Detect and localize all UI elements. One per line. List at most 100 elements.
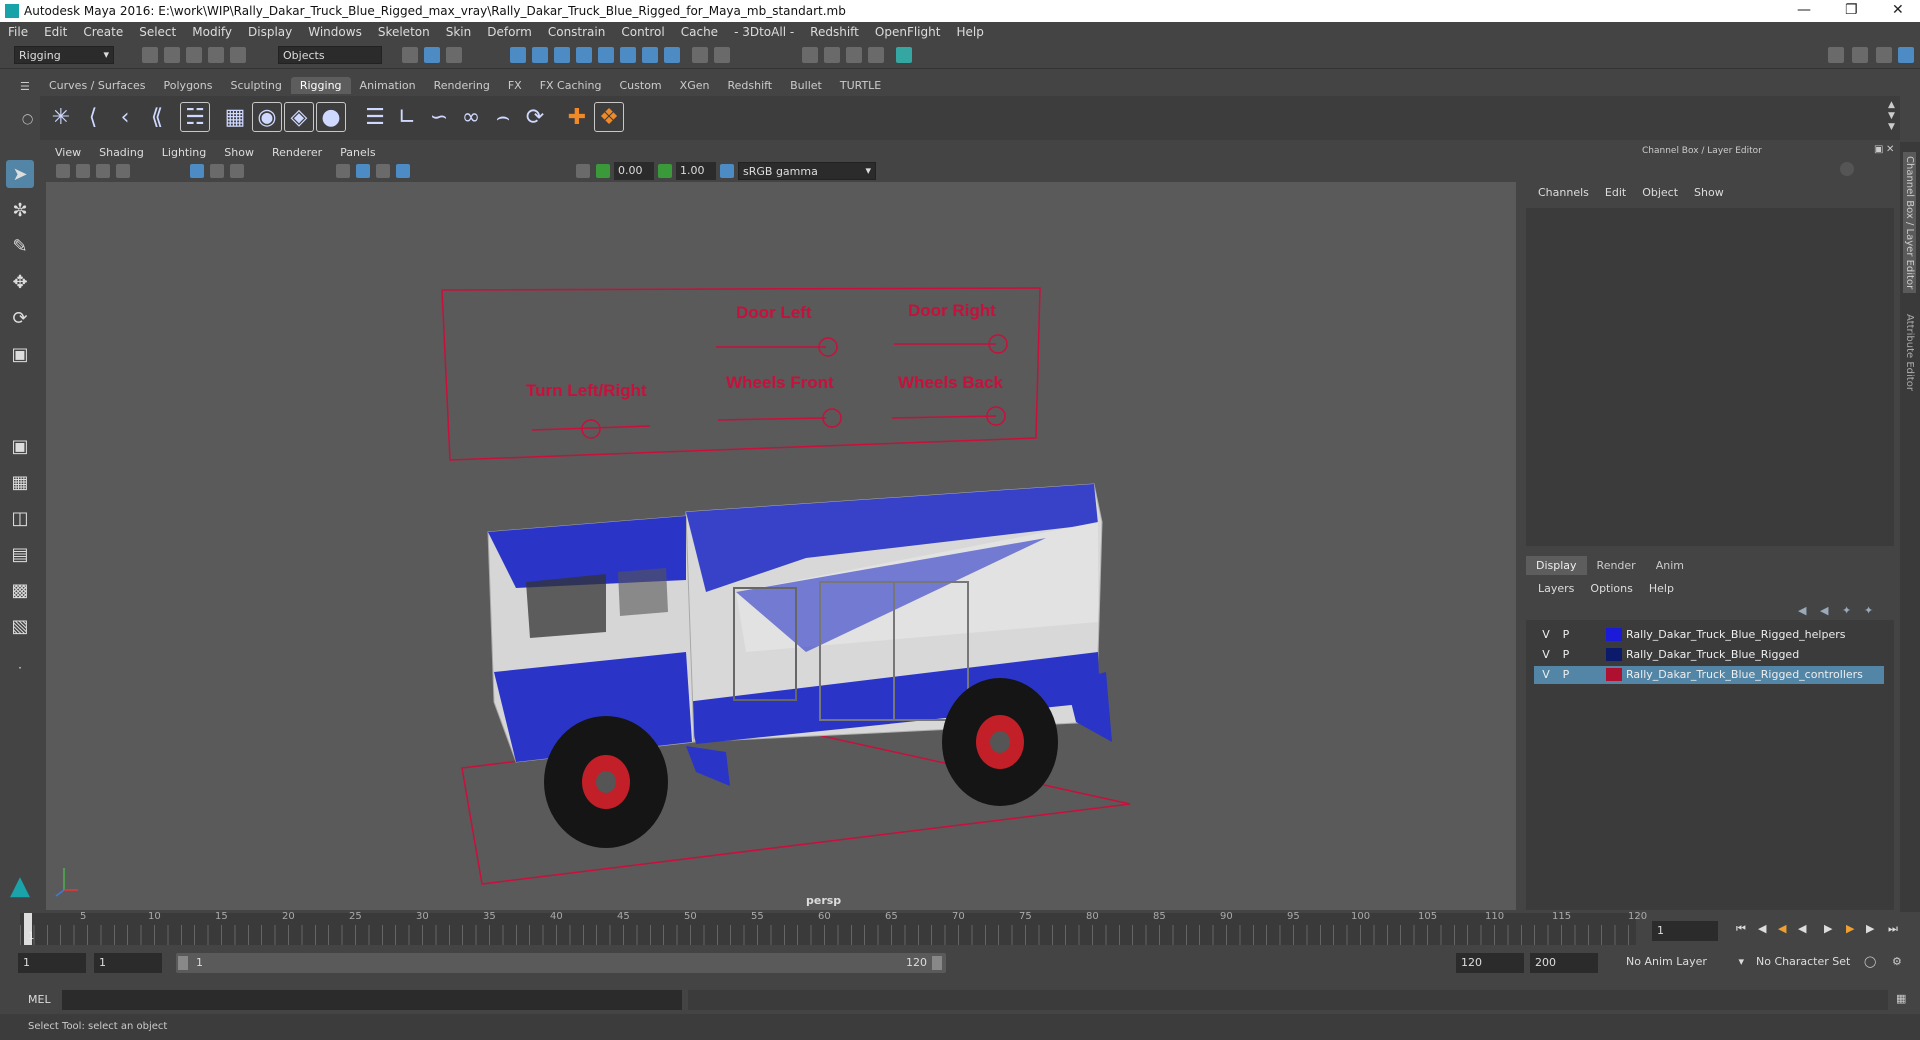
shelf-tab-xgen[interactable]: XGen (671, 77, 719, 94)
wireframe-icon[interactable] (336, 164, 350, 178)
bookmark-icon[interactable] (96, 164, 110, 178)
snap-view-plane-icon[interactable] (576, 47, 592, 63)
maximize-icon[interactable]: ❐ (1845, 2, 1858, 18)
make-live-icon[interactable] (642, 47, 658, 63)
side-tab-attribute-editor[interactable]: Attribute Editor (1903, 310, 1916, 395)
select-by-hierarchy-icon[interactable] (402, 47, 418, 63)
mel-input[interactable] (62, 990, 682, 1010)
shelf-tab-fx[interactable]: FX (499, 77, 531, 94)
redo-icon[interactable] (230, 47, 246, 63)
range-slider[interactable]: 1 120 (176, 953, 946, 973)
menu-modify[interactable]: Modify (184, 22, 240, 39)
playback-end-field[interactable]: 120 (1456, 953, 1524, 973)
layer-tab-anim[interactable]: Anim (1646, 556, 1694, 575)
layer-menu-layers[interactable]: Layers (1530, 582, 1582, 595)
snap-point-icon[interactable] (554, 47, 570, 63)
panel-menu-show[interactable]: Show (215, 144, 263, 161)
menu-redshift[interactable]: Redshift (802, 22, 867, 39)
mirror-joint-icon[interactable]: ‹ (110, 102, 140, 132)
toggle-layout-icon[interactable] (1852, 47, 1868, 63)
graph-layout-icon[interactable]: ▩ (6, 576, 34, 604)
step-back-key-icon[interactable]: ◀ (1758, 922, 1766, 935)
save-scene-icon[interactable] (186, 47, 202, 63)
lasso-tool-icon[interactable]: ✼ (6, 196, 34, 224)
snap-surface-icon[interactable] (620, 47, 636, 63)
shelf-tab-bullet[interactable]: Bullet (781, 77, 831, 94)
menu-skin[interactable]: Skin (438, 22, 480, 39)
mel-label[interactable]: MEL (28, 993, 51, 1006)
move-layer-up-icon[interactable]: ◀ (1798, 604, 1806, 617)
camera-attributes-icon[interactable] (76, 164, 90, 178)
color-space-dropdown[interactable]: sRGB gamma ▾ (738, 162, 876, 180)
layer-visibility-toggle[interactable]: V (1538, 668, 1554, 681)
shelf-tab-rendering[interactable]: Rendering (425, 77, 499, 94)
move-layer-down-icon[interactable]: ◀ (1820, 604, 1828, 617)
layer-playback-toggle[interactable]: P (1558, 648, 1574, 661)
exposure-field[interactable]: 0.00 (614, 162, 654, 180)
range-slider-end-handle[interactable] (932, 956, 942, 970)
shelf-tab-sculpting[interactable]: Sculpting (221, 77, 290, 94)
four-pane-layout-icon[interactable]: ▦ (6, 468, 34, 496)
panel-menu-panels[interactable]: Panels (331, 144, 384, 161)
step-forward-key-icon[interactable]: ▶ (1866, 922, 1874, 935)
bind-skin-icon[interactable]: ◉ (252, 102, 282, 132)
resolution-gate-icon[interactable] (230, 164, 244, 178)
layer-menu-help[interactable]: Help (1641, 582, 1682, 595)
snap-live-icon[interactable] (598, 47, 614, 63)
move-tool-icon[interactable]: ✥ (6, 268, 34, 296)
close-icon[interactable]: ✕ (1892, 2, 1904, 18)
menu-control[interactable]: Control (613, 22, 672, 39)
layer-visibility-toggle[interactable]: V (1538, 648, 1554, 661)
point-constraint-icon[interactable]: ✚ (562, 102, 592, 132)
outliner-layout-icon[interactable]: ▤ (6, 540, 34, 568)
open-scene-icon[interactable] (164, 47, 180, 63)
minimize-icon[interactable]: — (1797, 2, 1811, 18)
history-icon[interactable] (664, 47, 680, 63)
ik-spline-icon[interactable]: ▦ (220, 102, 250, 132)
blend-shape-icon[interactable]: ⟳ (520, 102, 550, 132)
paint-select-tool-icon[interactable]: ✎ (6, 232, 34, 260)
shelf-settings-icon[interactable]: ◯ (22, 114, 33, 125)
create-layer-from-selection-icon[interactable]: ✦ (1864, 604, 1873, 617)
menu-skeleton[interactable]: Skeleton (370, 22, 438, 39)
menu-windows[interactable]: Windows (300, 22, 370, 39)
smooth-shade-icon[interactable] (356, 164, 370, 178)
select-by-component-icon[interactable] (446, 47, 462, 63)
maya-home-icon[interactable]: ▲ (6, 871, 34, 901)
panel-menu-lighting[interactable]: Lighting (153, 144, 215, 161)
workspace-icon[interactable] (1828, 47, 1844, 63)
orient-joint-icon[interactable]: ⟪ (142, 102, 172, 132)
auto-key-icon[interactable]: ◯ (1864, 955, 1876, 968)
cb-menu-channels[interactable]: Channels (1530, 186, 1597, 199)
select-by-object-icon[interactable] (424, 47, 440, 63)
character-set-dropdown[interactable]: No Character Set (1752, 953, 1862, 973)
grid-toggle-icon[interactable] (190, 164, 204, 178)
input-output-icon[interactable] (714, 47, 730, 63)
selection-mode-dropdown[interactable]: Objects (278, 46, 382, 64)
menu-cache[interactable]: Cache (673, 22, 726, 39)
side-tab-channel-box[interactable]: Channel Box / Layer Editor (1903, 152, 1916, 294)
shelf-tab-turtle[interactable]: TURTLE (831, 77, 890, 94)
ipr-render-icon[interactable] (846, 47, 862, 63)
menu-3dtoall[interactable]: - 3DtoAll - (726, 22, 802, 39)
cb-menu-edit[interactable]: Edit (1597, 186, 1634, 199)
channel-list[interactable] (1526, 208, 1894, 546)
color-management-icon[interactable] (720, 164, 734, 178)
shelf-tab-custom[interactable]: Custom (611, 77, 671, 94)
wrap-icon[interactable]: ⌢ (488, 102, 518, 132)
step-back-frame-icon[interactable]: ◀ (1778, 922, 1786, 935)
menu-deform[interactable]: Deform (479, 22, 540, 39)
menu-help[interactable]: Help (948, 22, 991, 39)
select-camera-icon[interactable] (56, 164, 70, 178)
animation-preferences-icon[interactable]: ⚙ (1892, 955, 1902, 968)
film-gate-icon[interactable] (210, 164, 224, 178)
layer-tab-display[interactable]: Display (1526, 556, 1587, 575)
shelf-tab-rigging[interactable]: Rigging (290, 77, 351, 94)
gamma-icon[interactable] (658, 164, 672, 178)
anim-layer-dropdown[interactable]: No Anim Layer ▾ (1622, 953, 1748, 973)
menu-constrain[interactable]: Constrain (540, 22, 614, 39)
ik-handle-icon[interactable]: ☵ (180, 102, 210, 132)
cluster-icon[interactable]: ☰ (360, 102, 390, 132)
undo-icon[interactable] (208, 47, 224, 63)
layer-row[interactable]: V P Rally_Dakar_Truck_Blue_Rigged (1534, 646, 1884, 664)
